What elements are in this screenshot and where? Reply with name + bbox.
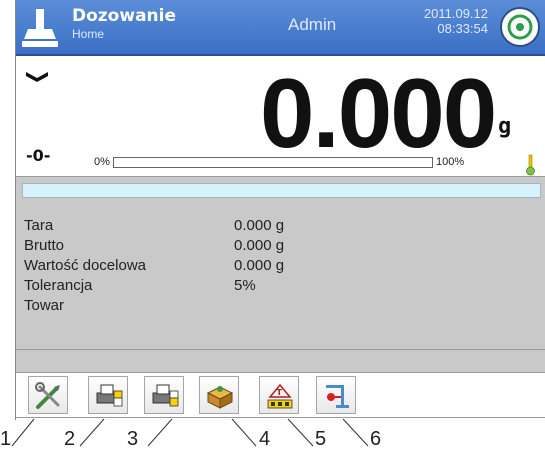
print-header-button[interactable]	[88, 376, 128, 414]
dosing-start-icon	[326, 385, 349, 408]
info-row-label: Tolerancja	[24, 277, 93, 294]
load-bargraph	[113, 157, 433, 168]
app-subtitle[interactable]: Home	[72, 27, 104, 41]
thermometer-icon	[526, 154, 535, 176]
info-row-value: 0.000 g	[234, 257, 285, 274]
dosing-start-button[interactable]	[316, 376, 356, 414]
callout-5: 5	[315, 428, 327, 450]
info-row-value: 0.000 g	[234, 217, 285, 234]
tare-database-button[interactable]: T	[259, 376, 299, 414]
print-footer-button[interactable]	[144, 376, 184, 414]
date-text: 2011.09.12	[423, 6, 488, 21]
print-header-icon	[96, 384, 123, 407]
info-row-value: 5%	[234, 277, 256, 294]
weight-value: 0.000	[260, 58, 497, 168]
target-icon	[507, 14, 533, 40]
callout-1: 1	[0, 428, 12, 450]
dosing-progress-bar	[22, 183, 541, 198]
bargraph-max-label: 100%	[436, 156, 465, 168]
info-row-label: Towar	[24, 297, 65, 314]
settings-button[interactable]	[28, 376, 68, 414]
time-text: 08:33:54	[437, 21, 488, 36]
date-time: 2011.09.12 08:33:54	[424, 6, 488, 36]
info-divider	[16, 349, 545, 350]
callout-6: 6	[370, 428, 382, 450]
weight-display: -0- 0.000 g 0% 100%	[16, 58, 545, 176]
svg-text:T: T	[277, 388, 283, 397]
weight-unit[interactable]: g	[498, 114, 511, 139]
callout-3: 3	[127, 428, 139, 450]
print-footer-icon	[152, 384, 179, 407]
main-menu-button[interactable]	[500, 7, 540, 47]
tare-database-icon: T	[267, 383, 293, 409]
app-title: Dozowanie	[72, 6, 177, 26]
terminal-screen: Dozowanie Home Admin 2011.09.12 08:33:54…	[15, 0, 545, 420]
zero-indicator: -0-	[26, 146, 51, 165]
info-row-label: Wartość docelowa	[24, 257, 146, 274]
header-bar: Dozowanie Home Admin 2011.09.12 08:33:54	[16, 0, 545, 56]
callout-4: 4	[259, 428, 271, 450]
stability-marker-icon	[26, 72, 48, 82]
bottom-toolbar: T	[16, 372, 545, 418]
bargraph-min-label: 0%	[94, 156, 110, 168]
dosing-funnel-icon	[22, 9, 58, 47]
info-row-label: Brutto	[24, 237, 65, 254]
callout-2: 2	[64, 428, 76, 450]
settings-tools-icon	[35, 382, 60, 409]
callout-numbers: 1 2 3 4 5 6	[0, 420, 545, 452]
info-row-value: 0.000 g	[234, 237, 285, 254]
product-database-icon	[206, 386, 234, 409]
product-database-button[interactable]	[199, 376, 239, 414]
info-panel: Tara 0.000 g Brutto 0.000 g Wartość doce…	[16, 176, 545, 372]
info-row-label: Tara	[24, 217, 54, 234]
user-name[interactable]: Admin	[288, 15, 336, 35]
